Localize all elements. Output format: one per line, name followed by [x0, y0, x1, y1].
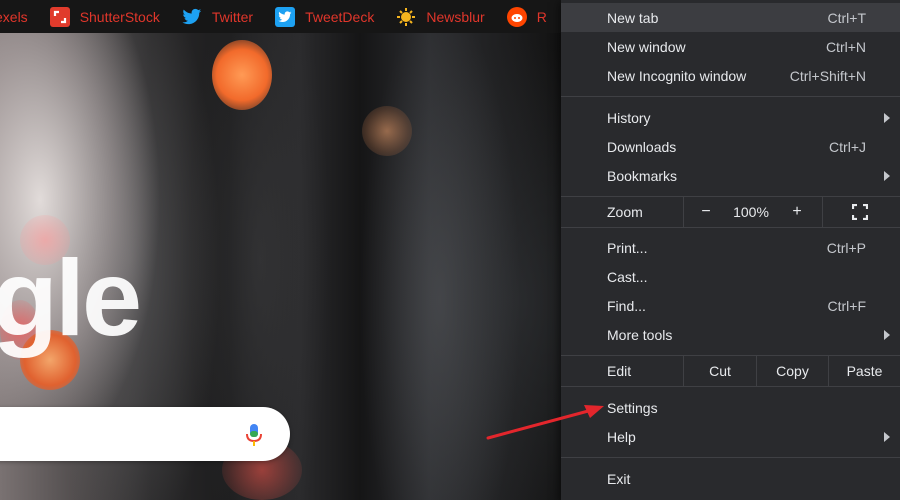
zoom-label: Zoom [607, 204, 643, 220]
menu-item-label: Settings [607, 399, 658, 416]
menu-item-label: Exit [607, 470, 631, 487]
bookmark-tweetdeck[interactable]: TweetDeck [275, 6, 375, 27]
tweetdeck-icon [275, 6, 296, 27]
fullscreen-icon[interactable] [852, 204, 868, 220]
menu-shortcut: Ctrl+F [827, 297, 867, 314]
menu-item-label: New tab [607, 9, 659, 26]
bokeh-light [212, 40, 272, 110]
bookmark-label: Newsblur [426, 8, 485, 25]
menu-item-label: Print... [607, 239, 648, 256]
menu-item-new-incognito-window[interactable]: New Incognito window Ctrl+Shift+N [561, 61, 900, 90]
menu-divider [561, 96, 900, 97]
bokeh-light [362, 106, 412, 156]
menu-item-label: Help [607, 428, 636, 445]
menu-shortcut: Ctrl+P [826, 239, 866, 256]
menu-item-label: Find... [607, 297, 646, 314]
bookmark-reddit[interactable]: R [506, 6, 547, 27]
bookmarks-bar: exels ShutterStock Twitter TweetDeck [0, 0, 600, 33]
menu-divider [561, 457, 900, 458]
paste-button[interactable]: Paste [829, 356, 900, 386]
zoom-level-value: 100% [733, 204, 769, 220]
menu-item-cast[interactable]: Cast... [561, 262, 900, 291]
chrome-main-menu: New tab Ctrl+T New window Ctrl+N New Inc… [561, 0, 900, 500]
menu-item-new-window[interactable]: New window Ctrl+N [561, 32, 900, 61]
menu-item-label: More tools [607, 326, 673, 343]
submenu-arrow-icon [884, 171, 890, 181]
menu-item-settings[interactable]: Settings [561, 393, 900, 422]
menu-shortcut: Ctrl+N [825, 38, 866, 55]
menu-item-label: Downloads [607, 138, 677, 155]
microphone-icon[interactable] [244, 423, 264, 447]
menu-item-find[interactable]: Find... Ctrl+F [561, 291, 900, 320]
twitter-icon [182, 7, 202, 27]
menu-item-help[interactable]: Help [561, 422, 900, 451]
cut-button[interactable]: Cut [684, 356, 756, 386]
menu-item-label: Cast... [607, 268, 648, 285]
annotation-arrow-icon [486, 405, 604, 440]
menu-divider [561, 386, 900, 387]
google-logo: gle [0, 237, 142, 358]
newsblur-icon [396, 7, 416, 27]
submenu-arrow-icon [884, 330, 890, 340]
reddit-icon [506, 6, 527, 27]
menu-shortcut: Ctrl+T [827, 9, 867, 26]
edit-label: Edit [607, 363, 632, 379]
zoom-in-button[interactable]: + [779, 197, 815, 227]
menu-item-bookmarks[interactable]: Bookmarks [561, 161, 900, 190]
bookmark-label: R [536, 8, 547, 25]
menu-item-print[interactable]: Print... Ctrl+P [561, 233, 900, 262]
submenu-arrow-icon [884, 113, 890, 123]
bookmark-pexels[interactable]: exels [0, 9, 28, 25]
menu-item-history[interactable]: History [561, 103, 900, 132]
menu-item-exit[interactable]: Exit [561, 464, 900, 493]
menu-item-label: Bookmarks [607, 167, 678, 184]
bookmark-label: ShutterStock [79, 8, 160, 25]
submenu-arrow-icon [884, 432, 890, 442]
bookmark-newsblur[interactable]: Newsblur [396, 7, 485, 27]
bookmark-twitter[interactable]: Twitter [182, 7, 253, 27]
bookmark-label: exels [0, 8, 28, 25]
bookmark-label: TweetDeck [305, 8, 375, 25]
copy-button[interactable]: Copy [757, 356, 828, 386]
bookmark-shutterstock[interactable]: ShutterStock [49, 6, 160, 27]
menu-divider [683, 197, 684, 227]
menu-item-label: New Incognito window [607, 67, 747, 84]
menu-shortcut: Ctrl+Shift+N [789, 67, 866, 84]
menu-item-label: History [607, 109, 651, 126]
menu-item-more-tools[interactable]: More tools [561, 320, 900, 349]
zoom-out-button[interactable]: − [689, 197, 723, 227]
bookmark-label: Twitter [211, 8, 254, 25]
menu-divider [822, 197, 823, 227]
menu-divider [561, 227, 900, 228]
menu-item-new-tab[interactable]: New tab Ctrl+T [561, 3, 900, 32]
menu-shortcut: Ctrl+J [829, 138, 866, 155]
menu-item-downloads[interactable]: Downloads Ctrl+J [561, 132, 900, 161]
menu-zoom-row: Zoom − 100% + [561, 197, 900, 227]
shutterstock-icon [49, 6, 70, 27]
menu-item-label: New window [607, 38, 686, 55]
menu-edit-row: Edit Cut Copy Paste [561, 356, 900, 386]
